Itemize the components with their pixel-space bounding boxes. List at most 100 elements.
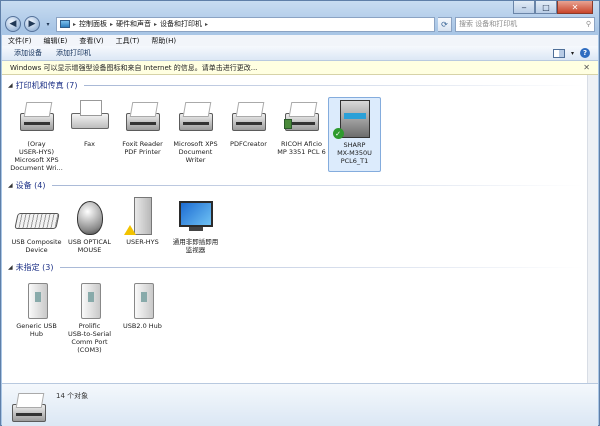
recent-pages-button[interactable]: ▾ bbox=[43, 19, 53, 29]
chevron-right-icon[interactable]: ▸ bbox=[73, 21, 76, 28]
device-label: Microsoft XPS Document Writer bbox=[173, 140, 218, 164]
search-input[interactable]: 搜索 设备和打印机 ⚲ bbox=[455, 16, 595, 32]
group-title: 未指定 (3) bbox=[15, 262, 54, 272]
navigation-bar: ◀ ▶ ▾ ▸ 控制面板 ▸ 硬件和声音 ▸ 设备和打印机 ▸ ⟳ 搜索 设备和… bbox=[5, 15, 595, 33]
add-printer-button[interactable]: 添加打印机 bbox=[56, 48, 91, 58]
change-view-icon[interactable] bbox=[552, 48, 565, 58]
device-item[interactable]: PDFCreator bbox=[222, 97, 275, 172]
device-item[interactable]: Foxit Reader PDF Printer bbox=[116, 97, 169, 172]
device-item[interactable]: USB2.0 Hub bbox=[116, 279, 169, 354]
menu-tools[interactable]: 工具(T) bbox=[116, 36, 140, 46]
menu-view[interactable]: 查看(V) bbox=[79, 36, 103, 46]
device-label: USER-HYS bbox=[126, 238, 159, 246]
search-icon: ⚲ bbox=[585, 20, 591, 28]
device-label: 通用非即插即用 监视器 bbox=[172, 238, 219, 254]
group-header-devices[interactable]: ◢ 设备 (4) bbox=[8, 179, 584, 191]
device-label: RICOH Aficio MP 3351 PCL 6 bbox=[277, 140, 326, 156]
usb-hub-icon bbox=[133, 283, 154, 319]
chevron-right-icon[interactable]: ▸ bbox=[110, 21, 113, 28]
information-bar[interactable]: Windows 可以显示增强型设备图标和来自 Internet 的信息。请单击进… bbox=[2, 61, 598, 75]
control-panel-icon bbox=[60, 20, 70, 28]
device-label: Foxit Reader PDF Printer bbox=[122, 140, 163, 156]
object-count: 14 个对象 bbox=[56, 392, 89, 400]
printers-list: (Oray USER-HYS) Microsoft XPS Document W… bbox=[10, 97, 381, 172]
group-printers: ◢ 打印机和传真 (7) bbox=[8, 79, 584, 91]
device-label: USB Composite Device bbox=[11, 238, 62, 254]
unspecified-list: Generic USB Hub Prolific USB-to-Serial C… bbox=[10, 279, 169, 354]
menu-bar: 文件(F) 编辑(E) 查看(V) 工具(T) 帮助(H) bbox=[2, 35, 598, 46]
chevron-right-icon[interactable]: ▸ bbox=[205, 21, 208, 28]
device-item[interactable]: 通用非即插即用 监视器 bbox=[169, 195, 222, 254]
mouse-icon bbox=[76, 201, 103, 235]
address-bar[interactable]: ▸ 控制面板 ▸ 硬件和声音 ▸ 设备和打印机 ▸ bbox=[56, 16, 435, 32]
warning-icon bbox=[123, 225, 136, 235]
breadcrumb-hardware-sound[interactable]: 硬件和声音 bbox=[116, 19, 151, 29]
monitor-icon bbox=[178, 201, 213, 227]
maximize-button[interactable]: □ bbox=[535, 1, 557, 14]
printer-icon bbox=[231, 113, 266, 131]
group-title: 设备 (4) bbox=[15, 180, 46, 190]
collapse-triangle-icon[interactable]: ◢ bbox=[8, 182, 13, 189]
back-button[interactable]: ◀ bbox=[5, 16, 21, 32]
infobar-text: Windows 可以显示增强型设备图标和来自 Internet 的信息。请单击进… bbox=[10, 63, 258, 72]
device-item[interactable]: USER-HYS bbox=[116, 195, 169, 254]
command-bar-right: ▾ ? bbox=[552, 48, 590, 58]
collapse-triangle-icon[interactable]: ◢ bbox=[8, 264, 13, 271]
device-item[interactable]: Fax bbox=[63, 97, 116, 172]
group-unspecified: ◢ 未指定 (3) bbox=[8, 261, 584, 273]
usb-hub-icon bbox=[80, 283, 101, 319]
device-label: PDFCreator bbox=[230, 140, 267, 148]
menu-edit[interactable]: 编辑(E) bbox=[44, 36, 68, 46]
printer-icon bbox=[12, 392, 46, 422]
group-devices: ◢ 设备 (4) bbox=[8, 179, 584, 191]
breadcrumb-control-panel[interactable]: 控制面板 bbox=[79, 19, 107, 29]
group-header-unspecified[interactable]: ◢ 未指定 (3) bbox=[8, 261, 584, 273]
device-item-selected[interactable]: ✓ SHARP MX-M350U PCL6_T1 bbox=[328, 97, 381, 172]
printer-icon bbox=[19, 113, 54, 131]
chevron-right-icon[interactable]: ▸ bbox=[154, 21, 157, 28]
computer-icon bbox=[133, 197, 152, 235]
search-placeholder: 搜索 设备和打印机 bbox=[459, 20, 518, 28]
details-pane: 14 个对象 bbox=[2, 383, 598, 426]
device-item[interactable]: USB Composite Device bbox=[10, 195, 63, 254]
device-item[interactable]: USB OPTICAL MOUSE bbox=[63, 195, 116, 254]
minimize-button[interactable]: ‒ bbox=[513, 1, 535, 14]
printer-icon bbox=[178, 113, 213, 131]
usb-hub-icon bbox=[27, 283, 48, 319]
device-item[interactable]: Generic USB Hub bbox=[10, 279, 63, 354]
device-label: Prolific USB-to-Serial Comm Port (COM3) bbox=[67, 322, 112, 354]
device-label: USB OPTICAL MOUSE bbox=[68, 238, 111, 254]
caption-buttons: ‒ □ ✕ bbox=[513, 1, 593, 14]
collapse-triangle-icon[interactable]: ◢ bbox=[8, 82, 13, 89]
menu-file[interactable]: 文件(F) bbox=[8, 36, 32, 46]
monitor-stand bbox=[188, 227, 203, 231]
menu-help[interactable]: 帮助(H) bbox=[151, 36, 176, 46]
default-printer-check-icon: ✓ bbox=[332, 128, 344, 139]
device-label: (Oray USER-HYS) Microsoft XPS Document W… bbox=[10, 140, 63, 172]
device-item[interactable]: Microsoft XPS Document Writer bbox=[169, 97, 222, 172]
breadcrumb-devices-printers[interactable]: 设备和打印机 bbox=[160, 19, 202, 29]
close-icon[interactable]: ✕ bbox=[583, 63, 590, 72]
devices-view: ◢ 打印机和传真 (7) (Oray USER-HYS) Microsoft X… bbox=[2, 75, 598, 383]
command-bar: 添加设备 添加打印机 ▾ ? bbox=[2, 46, 598, 61]
group-divider bbox=[83, 84, 584, 86]
document-badge-icon bbox=[283, 119, 292, 129]
refresh-button[interactable]: ⟳ bbox=[438, 16, 452, 32]
device-item[interactable]: (Oray USER-HYS) Microsoft XPS Document W… bbox=[10, 97, 63, 172]
vertical-scrollbar[interactable] bbox=[587, 75, 598, 383]
devices-list: USB Composite Device USB OPTICAL MOUSE U… bbox=[10, 195, 222, 254]
device-item[interactable]: RICOH Aficio MP 3351 PCL 6 bbox=[275, 97, 328, 172]
group-divider bbox=[51, 184, 584, 186]
help-icon[interactable]: ? bbox=[580, 48, 590, 58]
chevron-down-icon[interactable]: ▾ bbox=[571, 50, 574, 57]
forward-button[interactable]: ▶ bbox=[24, 16, 40, 32]
copier-icon bbox=[339, 100, 370, 138]
add-device-button[interactable]: 添加设备 bbox=[14, 48, 42, 58]
device-label: Generic USB Hub bbox=[16, 322, 57, 338]
device-item[interactable]: Prolific USB-to-Serial Comm Port (COM3) bbox=[63, 279, 116, 354]
group-title: 打印机和传真 (7) bbox=[15, 80, 78, 90]
close-button[interactable]: ✕ bbox=[557, 1, 593, 14]
group-header-printers[interactable]: ◢ 打印机和传真 (7) bbox=[8, 79, 584, 91]
fax-icon bbox=[70, 100, 109, 129]
device-label: Fax bbox=[84, 140, 95, 148]
